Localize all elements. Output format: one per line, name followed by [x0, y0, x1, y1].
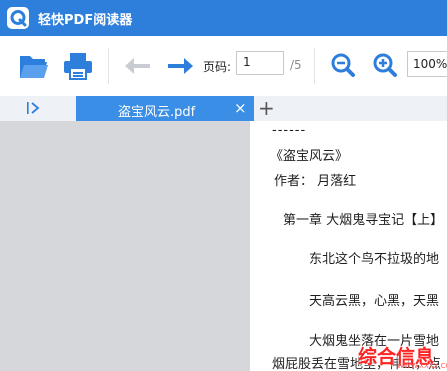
zoom-out-icon[interactable]	[330, 52, 356, 78]
document-line: 东北这个鸟不拉圾的地	[309, 252, 440, 267]
toolbar-separator	[108, 48, 109, 84]
page-number-input[interactable]: 1	[236, 51, 284, 75]
page-label: 页码:	[203, 60, 232, 74]
toolbar: 页码: 1 /5 100%	[0, 36, 447, 97]
watermark-domain: WWW.XXXX.COM	[397, 362, 447, 370]
tab-document[interactable]: 盗宝风云.pdf ×	[76, 96, 254, 121]
close-icon[interactable]: ×	[234, 99, 247, 117]
page-margin-area	[0, 121, 250, 371]
tab-bar: 盗宝风云.pdf × +	[0, 96, 447, 121]
folder-open-icon[interactable]	[18, 52, 50, 80]
document-line: ------	[272, 123, 307, 138]
zoom-level-select[interactable]: 100%	[407, 51, 447, 77]
page-total: /5	[290, 58, 302, 72]
toolbar-separator	[314, 48, 315, 84]
app-title: 轻快PDF阅读器	[38, 13, 133, 28]
document-line: 《盗宝风云》	[270, 149, 349, 164]
zoom-in-icon[interactable]	[372, 52, 398, 78]
tab-document-label: 盗宝风云.pdf	[118, 105, 196, 120]
app-logo-icon	[7, 7, 29, 29]
sidebar-toggle-icon[interactable]	[26, 101, 42, 115]
document-line: 作者： 月落红	[274, 174, 357, 189]
arrow-right-icon[interactable]	[166, 56, 196, 76]
printer-icon[interactable]	[62, 51, 94, 81]
document-line: 天高云黑，心黑，天黑	[309, 294, 440, 309]
arrow-left-icon[interactable]	[122, 56, 152, 76]
document-page: ------ 《盗宝风云》 作者： 月落红 第一章 大烟鬼寻宝记【上】 东北这个…	[250, 121, 447, 371]
add-tab-icon[interactable]: +	[258, 97, 275, 119]
document-line: 第一章 大烟鬼寻宝记【上】	[283, 213, 444, 228]
title-bar: 轻快PDF阅读器	[0, 0, 447, 36]
